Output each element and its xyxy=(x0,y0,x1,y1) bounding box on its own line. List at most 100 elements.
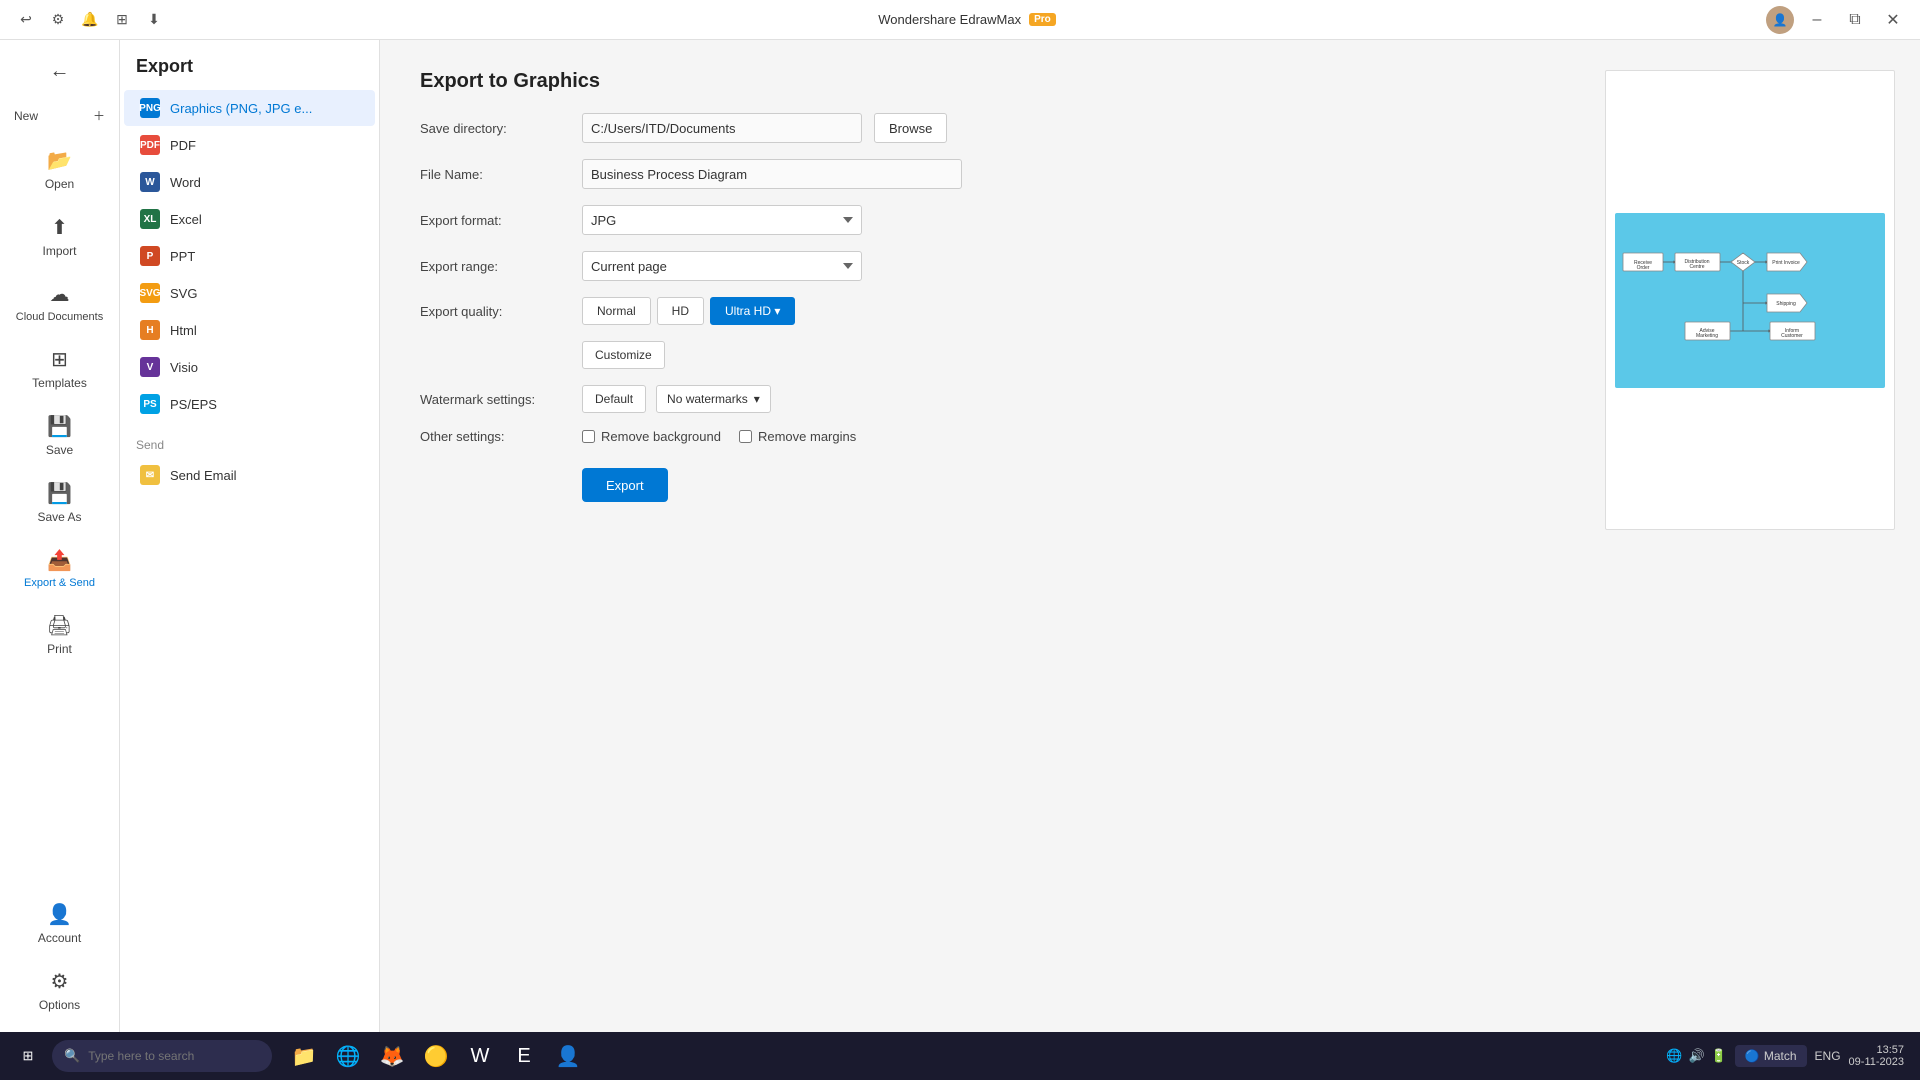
nav-item-import[interactable]: ⬆ Import xyxy=(6,205,113,268)
export-item-graphics[interactable]: PNG Graphics (PNG, JPG e... xyxy=(124,90,375,126)
titlebar: ↩ ⚙ 🔔 ⊞ ⬇ Wondershare EdrawMax Pro 👤 – ⧉… xyxy=(0,0,1920,40)
taskbar-app-edraw[interactable]: E xyxy=(504,1036,544,1076)
ps-label: PS/EPS xyxy=(170,397,217,412)
templates-icon: ⊞ xyxy=(51,347,68,372)
titlebar-controls: 👤 – ⧉ ✕ xyxy=(1766,6,1908,34)
export-item-svg[interactable]: SVG SVG xyxy=(124,275,375,311)
quality-normal-btn[interactable]: Normal xyxy=(582,297,651,325)
export-item-word[interactable]: W Word xyxy=(124,164,375,200)
quality-hd-btn[interactable]: HD xyxy=(657,297,704,325)
taskbar-start-button[interactable]: ⊞ xyxy=(8,1036,48,1076)
export-item-html[interactable]: H Html xyxy=(124,312,375,348)
export-item-email[interactable]: ✉ Send Email xyxy=(124,457,375,493)
sound-icon: 🔊 xyxy=(1689,1048,1705,1064)
quality-ultrahd-btn[interactable]: Ultra HD ▾ xyxy=(710,297,795,325)
taskbar-app-explorer[interactable]: 📁 xyxy=(284,1036,324,1076)
nav-new-icon: ＋ xyxy=(93,107,105,124)
remove-margins-checkbox[interactable] xyxy=(739,430,752,443)
browse-button[interactable]: Browse xyxy=(874,113,947,143)
nav-export-label: Export & Send xyxy=(24,577,95,589)
taskbar-app-firefox[interactable]: 🦊 xyxy=(372,1036,412,1076)
nav-item-export[interactable]: 📤 Export & Send xyxy=(6,538,113,599)
customize-button[interactable]: Customize xyxy=(582,341,665,369)
nav-item-open[interactable]: 📂 Open xyxy=(6,138,113,201)
export-format-row: Export format: JPG PNG BMP TIFF SVG xyxy=(420,205,1540,235)
watermark-select[interactable]: No watermarks ▾ xyxy=(656,385,771,413)
toolbar-grid-btn[interactable]: ⊞ xyxy=(108,6,136,34)
other-settings-label: Other settings: xyxy=(420,429,570,444)
taskbar-search-input[interactable] xyxy=(88,1049,248,1063)
match-label: Match xyxy=(1764,1049,1797,1063)
nav-item-saveas[interactable]: 💾 Save As xyxy=(6,471,113,534)
svg-label: SVG xyxy=(170,286,197,301)
nav-item-account[interactable]: 👤 Account xyxy=(6,892,113,955)
toolbar-notification-btn[interactable]: 🔔 xyxy=(76,6,104,34)
export-button-row: Export xyxy=(420,460,1540,502)
file-name-input[interactable] xyxy=(582,159,962,189)
save-icon: 💾 xyxy=(47,414,72,439)
print-icon: 🖨 xyxy=(47,613,72,638)
export-format-select[interactable]: JPG PNG BMP TIFF SVG xyxy=(582,205,862,235)
preview-frame: Receive Order Distribution Centre Stock xyxy=(1605,70,1895,530)
nav-save-label: Save xyxy=(46,443,73,457)
nav-back[interactable]: ← xyxy=(6,50,113,93)
remove-background-label: Remove background xyxy=(601,429,721,444)
nav-item-print[interactable]: 🖨 Print xyxy=(6,603,113,666)
account-icon: 👤 xyxy=(47,902,72,927)
visio-file-icon: V xyxy=(140,357,160,377)
nav-item-new[interactable]: New ＋ xyxy=(6,97,113,134)
export-quality-label: Export quality: xyxy=(420,304,570,319)
ps-file-icon: PS xyxy=(140,394,160,414)
word-label: Word xyxy=(170,175,201,190)
open-icon: 📂 xyxy=(47,148,72,173)
export-item-visio[interactable]: V Visio xyxy=(124,349,375,385)
taskbar-search[interactable]: 🔍 xyxy=(52,1040,272,1072)
save-directory-input[interactable] xyxy=(582,113,862,143)
match-icon: 🔵 xyxy=(1745,1049,1760,1063)
svg-text:Centre: Centre xyxy=(1689,264,1704,270)
nav-item-templates[interactable]: ⊞ Templates xyxy=(6,337,113,400)
nav-sidebar: ← New ＋ 📂 Open ⬆ Import ☁ Cloud Document… xyxy=(0,40,120,1032)
minimize-button[interactable]: – xyxy=(1802,6,1832,34)
taskbar-match[interactable]: 🔵 Match xyxy=(1735,1045,1807,1067)
toolbar-undo-btn[interactable]: ↩ xyxy=(12,6,40,34)
export-range-select[interactable]: Current page All pages Selected objects xyxy=(582,251,862,281)
export-button[interactable]: Export xyxy=(582,468,668,502)
export-item-ps[interactable]: PS PS/EPS xyxy=(124,386,375,422)
nav-item-options[interactable]: ⚙ Options xyxy=(6,959,113,1022)
export-item-excel[interactable]: XL Excel xyxy=(124,201,375,237)
restore-button[interactable]: ⧉ xyxy=(1840,6,1870,34)
export-range-row: Export range: Current page All pages Sel… xyxy=(420,251,1540,281)
graphics-label: Graphics (PNG, JPG e... xyxy=(170,101,312,116)
toolbar-download-btn[interactable]: ⬇ xyxy=(140,6,168,34)
watermark-row: Watermark settings: Default No watermark… xyxy=(420,385,1540,413)
svg-text:Customer: Customer xyxy=(1781,333,1803,339)
toolbar-settings-btn[interactable]: ⚙ xyxy=(44,6,72,34)
svg-text:Shipping: Shipping xyxy=(1776,301,1796,307)
options-icon: ⚙ xyxy=(51,969,69,994)
remove-background-checkbox[interactable] xyxy=(582,430,595,443)
export-item-pdf[interactable]: PDF PDF xyxy=(124,127,375,163)
close-button[interactable]: ✕ xyxy=(1878,6,1908,34)
titlebar-center: Wondershare EdrawMax Pro xyxy=(878,12,1056,27)
email-file-icon: ✉ xyxy=(140,465,160,485)
nav-new-label: New xyxy=(14,109,38,123)
taskbar-app-yellow[interactable]: 🟡 xyxy=(416,1036,456,1076)
ppt-file-icon: P xyxy=(140,246,160,266)
export-item-ppt[interactable]: P PPT xyxy=(124,238,375,274)
taskbar-app-browser[interactable]: 🌐 xyxy=(328,1036,368,1076)
watermark-group: Default No watermarks ▾ xyxy=(582,385,771,413)
pdf-label: PDF xyxy=(170,138,196,153)
taskbar-language[interactable]: ENG xyxy=(1815,1049,1841,1063)
nav-item-save[interactable]: 💾 Save xyxy=(6,404,113,467)
user-avatar[interactable]: 👤 xyxy=(1766,6,1794,34)
nav-templates-label: Templates xyxy=(32,376,87,390)
export-sidebar: Export PNG Graphics (PNG, JPG e... PDF P… xyxy=(120,40,380,1032)
nav-item-cloud[interactable]: ☁ Cloud Documents xyxy=(6,272,113,333)
import-icon: ⬆ xyxy=(51,215,68,240)
taskbar-app-word[interactable]: W xyxy=(460,1036,500,1076)
word-file-icon: W xyxy=(140,172,160,192)
watermark-value: No watermarks xyxy=(667,392,748,406)
taskbar-app-user[interactable]: 👤 xyxy=(548,1036,588,1076)
file-name-row: File Name: xyxy=(420,159,1540,189)
